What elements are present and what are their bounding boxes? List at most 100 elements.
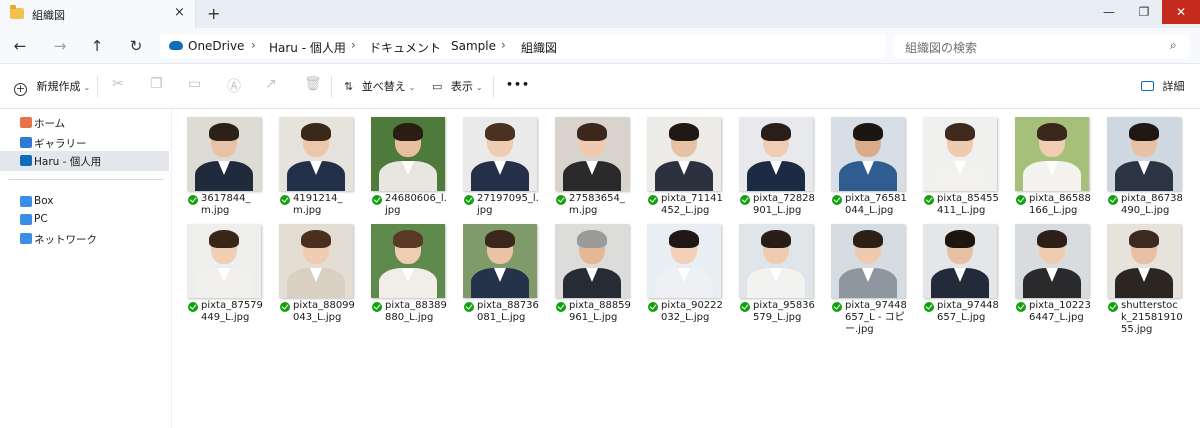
file-thumbnail[interactable] [463, 224, 537, 298]
file-thumbnail[interactable] [831, 224, 905, 298]
search-box[interactable]: 組織図の検索 ⌕ [893, 34, 1189, 58]
sync-status-check-icon [832, 195, 842, 205]
sidebar-item-onedrive[interactable]: Haru - 個人用 [0, 151, 169, 171]
file-thumbnail[interactable] [187, 117, 261, 191]
file-thumbnail[interactable] [647, 117, 721, 191]
file-item[interactable]: pixta_88389880_L.jpg [356, 216, 447, 323]
up-button[interactable]: ↑ [87, 36, 107, 56]
share-icon[interactable]: ↗ [265, 76, 277, 92]
forward-button[interactable]: → [50, 36, 70, 56]
sort-button[interactable]: ⇅ 並べ替え ⌄ [344, 78, 415, 94]
view-button[interactable]: ▭ 表示 ⌄ [432, 78, 483, 94]
file-item[interactable]: pixta_76581044_L.jpg [816, 109, 907, 216]
onedrive-cloud-icon [169, 41, 183, 50]
more-options-button[interactable]: ••• [506, 78, 530, 91]
file-item[interactable]: 3617844_m.jpg [172, 109, 261, 216]
search-icon[interactable]: ⌕ [1170, 38, 1177, 53]
file-thumbnail[interactable] [1015, 224, 1089, 298]
chevron-down-icon: ⌄ [408, 83, 416, 92]
tab-current-folder[interactable]: 組織図 × [0, 0, 196, 28]
new-tab-button[interactable]: + [207, 4, 220, 23]
sidebar-item-box[interactable]: Box [0, 192, 169, 212]
file-item[interactable]: pixta_86738490_L.jpg [1092, 109, 1183, 216]
breadcrumb-documents[interactable]: ドキュメント [369, 39, 441, 56]
breadcrumb-separator[interactable]: › [501, 38, 506, 52]
file-name: pixta_76581044_L.jpg [845, 193, 907, 216]
refresh-button[interactable]: ↻ [126, 36, 146, 56]
file-item[interactable]: pixta_86588166_L.jpg [1000, 109, 1091, 216]
file-thumbnail[interactable] [923, 117, 997, 191]
file-item[interactable]: pixta_97448657_L.jpg [908, 216, 999, 323]
tab-close-button[interactable]: × [174, 5, 185, 20]
breadcrumb-current[interactable]: 組織図 [521, 39, 557, 56]
file-item[interactable]: pixta_72828901_L.jpg [724, 109, 815, 216]
file-item[interactable]: 4191214_m.jpg [264, 109, 353, 216]
file-item[interactable]: pixta_97448657_L - コピー.jpg [816, 216, 907, 335]
file-item[interactable]: 27583654_m.jpg [540, 109, 629, 216]
paste-icon[interactable]: ▭ [188, 76, 201, 92]
search-input[interactable]: 組織図の検索 [905, 39, 977, 56]
delete-icon[interactable]: 🗑 [304, 76, 322, 92]
sidebar-item-pc[interactable]: PC [0, 210, 169, 230]
address-bar[interactable]: OneDrive › Haru - 個人用 › ドキュメント › Sample … [160, 34, 886, 58]
file-item[interactable]: pixta_102236447_L.jpg [1000, 216, 1091, 323]
file-thumbnail[interactable] [279, 224, 353, 298]
back-button[interactable]: ← [10, 36, 30, 56]
sync-status-check-icon [372, 195, 382, 205]
new-button[interactable]: + 新規作成 ⌄ [14, 78, 90, 96]
sidebar-item-network[interactable]: ネットワーク [0, 229, 169, 249]
copy-icon[interactable]: ❐ [150, 76, 163, 92]
file-thumbnail[interactable] [739, 117, 813, 191]
file-thumbnail[interactable] [1107, 117, 1181, 191]
file-thumbnail[interactable] [1015, 117, 1089, 191]
details-button[interactable]: 詳細 [1141, 78, 1185, 94]
file-thumbnail[interactable] [555, 224, 629, 298]
file-item[interactable]: pixta_71141452_L.jpg [632, 109, 723, 216]
maximize-button[interactable]: ❐ [1125, 0, 1163, 24]
sync-status-check-icon [648, 195, 658, 205]
breadcrumb-haru[interactable]: Haru - 個人用 [269, 39, 346, 56]
sync-status-check-icon [924, 195, 934, 205]
file-item[interactable]: pixta_87579449_L.jpg [172, 216, 263, 323]
file-item[interactable]: shutterstock_2158191055.jpg [1092, 216, 1183, 335]
file-item[interactable]: pixta_90222032_L.jpg [632, 216, 723, 323]
file-item[interactable]: pixta_85455411_L.jpg [908, 109, 999, 216]
file-thumbnail[interactable] [371, 117, 445, 191]
file-thumbnail[interactable] [555, 117, 629, 191]
file-thumbnail[interactable] [831, 117, 905, 191]
breadcrumb-separator[interactable]: › [351, 38, 356, 52]
file-thumbnail[interactable] [279, 117, 353, 191]
sync-status-check-icon [464, 302, 474, 312]
file-thumbnail[interactable] [1107, 224, 1181, 298]
sidebar-item-home[interactable]: ホーム [0, 113, 169, 133]
file-item[interactable]: pixta_95836579_L.jpg [724, 216, 815, 323]
cut-icon[interactable]: ✂ [112, 76, 124, 92]
sync-status-check-icon [1108, 195, 1118, 205]
breadcrumb-onedrive[interactable]: OneDrive [188, 39, 244, 53]
sidebar-item-gallery[interactable]: ギャラリー [0, 133, 169, 153]
file-thumbnail[interactable] [371, 224, 445, 298]
breadcrumb-sample[interactable]: Sample [451, 39, 496, 53]
file-item[interactable]: pixta_88859961_L.jpg [540, 216, 631, 323]
file-item[interactable]: 27197095_l.jpg [448, 109, 539, 216]
file-item[interactable]: 24680606_l.jpg [356, 109, 447, 216]
portrait-hair [761, 123, 791, 141]
breadcrumb-separator[interactable]: › [432, 38, 437, 52]
sidebar-item-label: PC [34, 213, 48, 225]
file-name: 24680606_l.jpg [385, 193, 447, 216]
rename-icon[interactable]: Ⓐ [227, 76, 241, 96]
file-thumbnail[interactable] [187, 224, 261, 298]
breadcrumb-separator[interactable]: › [251, 38, 256, 52]
file-item[interactable]: pixta_88736081_L.jpg [448, 216, 539, 323]
file-name: pixta_88736081_L.jpg [477, 300, 539, 323]
file-thumbnail[interactable] [923, 224, 997, 298]
file-thumbnail[interactable] [647, 224, 721, 298]
divider [331, 76, 332, 98]
portrait-hair [301, 123, 331, 141]
file-thumbnail[interactable] [739, 224, 813, 298]
file-thumbnail[interactable] [463, 117, 537, 191]
file-item[interactable]: pixta_88099043_L.jpg [264, 216, 355, 323]
close-window-button[interactable]: ✕ [1162, 0, 1200, 24]
portrait-hair [209, 230, 239, 248]
minimize-button[interactable]: — [1090, 0, 1128, 24]
